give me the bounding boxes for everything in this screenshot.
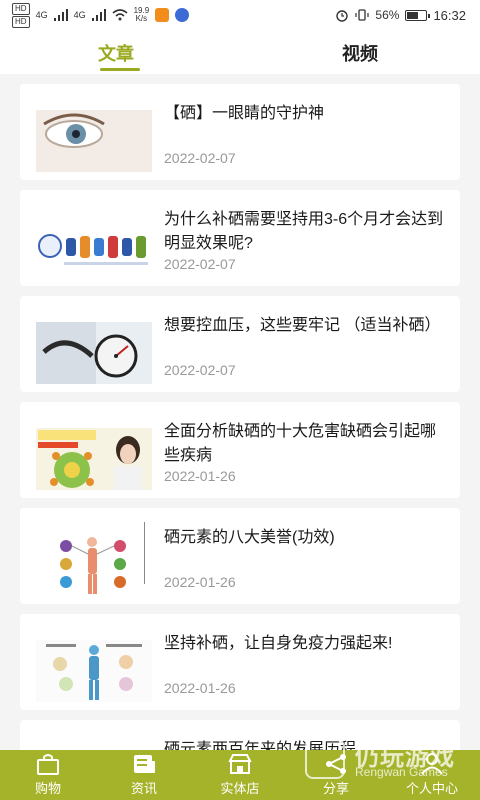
battery-icon: [405, 9, 431, 21]
article-card[interactable]: 想要控血压，这些要牢记 （适当补硒） 2022-02-07: [20, 296, 460, 392]
article-title: 坚持补硒，让自身免疫力强起来!: [164, 635, 393, 652]
article-title: 为什么补硒需要坚持用3-6个月才会达到明显效果呢?: [164, 211, 444, 252]
network-type: 4G: [35, 9, 48, 20]
article-title: 想要控血压，这些要牢记 （适当补硒）: [164, 317, 441, 334]
nav-label: 实体店: [220, 781, 260, 796]
signal-icon: [53, 9, 68, 21]
article-list[interactable]: 【硒】一眼睛的守护神 2022-02-07 为什么补硒需要坚持用3-6个月才会达…: [0, 74, 480, 750]
article-card[interactable]: 为什么补硒需要坚持用3-6个月才会达到明显效果呢? 2022-02-07: [20, 190, 460, 286]
article-title: 【硒】一眼睛的守护神: [164, 105, 325, 122]
article-thumbnail: [36, 216, 152, 278]
article-date: 2022-01-26: [164, 680, 236, 696]
wifi-icon: [112, 9, 128, 21]
nav-label: 资讯: [130, 781, 157, 796]
hd-indicator: HD: [12, 15, 30, 28]
video-app-icon: [155, 8, 170, 22]
alarm-icon: [336, 10, 349, 22]
network-type: 4G: [73, 9, 86, 20]
shopping-bag-icon: [37, 754, 59, 775]
article-thumbnail: [36, 110, 152, 172]
article-thumbnail: [36, 322, 152, 384]
network-speed-unit: K/s: [135, 14, 148, 23]
article-date: 2022-02-07: [164, 256, 236, 272]
article-card[interactable]: 坚持补硒，让自身免疫力强起来! 2022-01-26: [20, 614, 460, 710]
nav-store[interactable]: 实体店: [192, 750, 288, 800]
article-thumbnail: [36, 640, 152, 702]
battery-percent: 56%: [375, 8, 400, 22]
watermark-logo-icon: [305, 739, 345, 779]
article-date: 2022-01-26: [164, 574, 236, 590]
nav-shopping[interactable]: 购物: [0, 750, 96, 800]
article-card[interactable]: 全面分析缺硒的十大危害缺硒会引起哪些疾病 2022-01-26: [20, 402, 460, 498]
store-icon: [228, 754, 252, 774]
tab-bar: 文章 视频: [0, 30, 480, 74]
article-date: 2022-02-07: [164, 362, 236, 378]
tab-articles[interactable]: 文章: [98, 40, 134, 66]
watermark-subtitle: Rengwan Games: [355, 765, 448, 779]
hd-indicator: HD: [12, 2, 30, 15]
status-left: HD HD 4G 4G 19.9 K/s: [12, 2, 190, 28]
article-title: 全面分析缺硒的十大危害缺硒会引起哪些疾病: [164, 423, 437, 464]
status-right: 56% 16:32: [335, 8, 466, 23]
article-date: 2022-02-07: [164, 150, 236, 166]
tab-videos[interactable]: 视频: [342, 40, 378, 66]
news-icon: [134, 755, 155, 773]
music-app-icon: [175, 8, 190, 22]
article-title: 硒元素的八大美誉(功效): [164, 529, 335, 546]
article-date: 2022-01-26: [164, 468, 236, 484]
watermark: 仍玩游戏 Rengwan Games: [305, 735, 475, 785]
vibrate-icon: [355, 9, 370, 21]
article-thumbnail: [36, 428, 152, 490]
article-card[interactable]: 硒元素的八大美誉(功效) 2022-01-26: [20, 508, 460, 604]
status-bar: HD HD 4G 4G 19.9 K/s 56% 16:32: [0, 0, 480, 30]
clock: 16:32: [433, 7, 466, 23]
nav-news[interactable]: 资讯: [96, 750, 192, 800]
nav-label: 购物: [34, 781, 61, 796]
thumbnail-divider: [144, 522, 145, 584]
signal-icon: [91, 9, 106, 21]
article-card[interactable]: 【硒】一眼睛的守护神 2022-02-07: [20, 84, 460, 180]
active-tab-indicator: [100, 68, 140, 71]
battery-level: [407, 11, 418, 19]
article-thumbnail: [36, 534, 152, 596]
